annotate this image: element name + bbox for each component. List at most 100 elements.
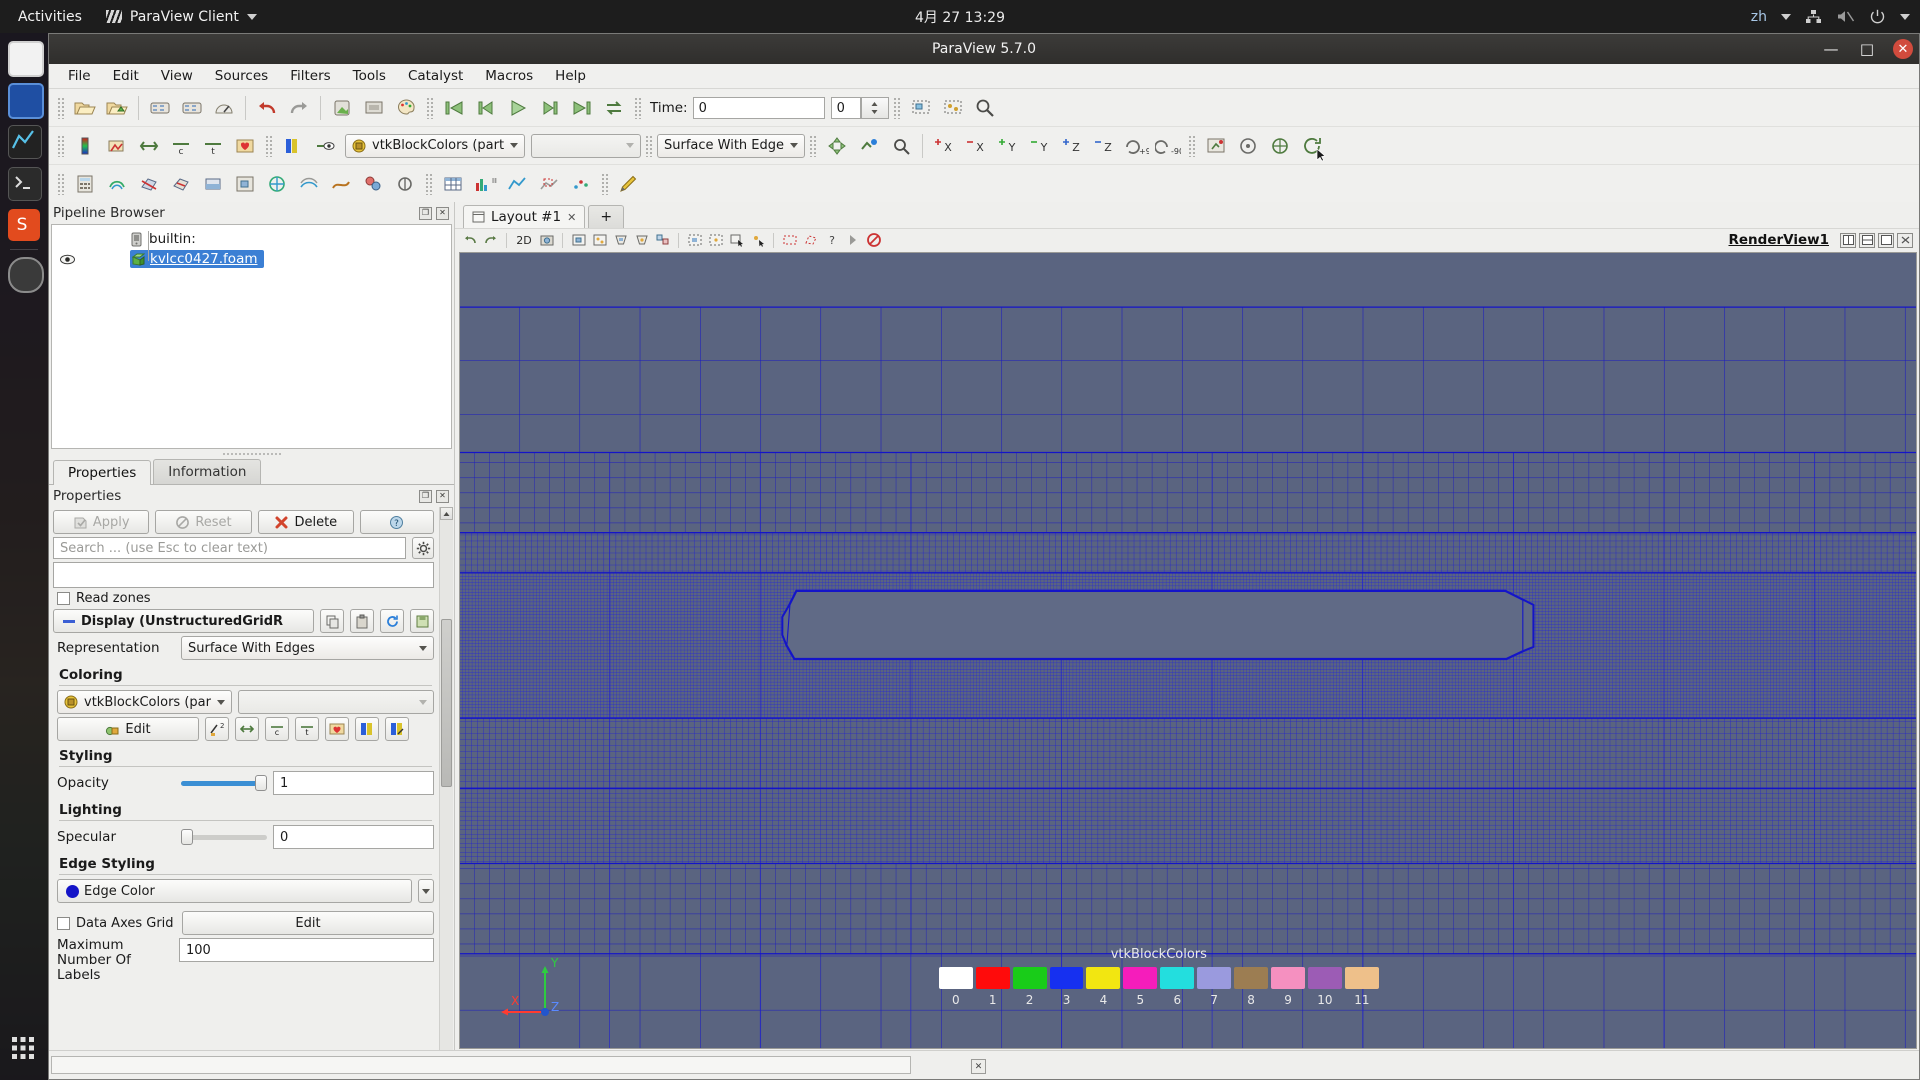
representation-select[interactable]: Surface With Edges — [181, 636, 434, 660]
select-points-on-button[interactable] — [590, 231, 609, 250]
play-button[interactable] — [503, 93, 533, 123]
reset-button[interactable]: Reset — [155, 510, 252, 534]
point-chart-button[interactable] — [566, 169, 596, 199]
opacity-knob[interactable] — [255, 775, 267, 791]
choose-preset-button-prop[interactable] — [325, 717, 349, 741]
clear-selection-button[interactable] — [864, 231, 883, 250]
rotate-plus-90-button[interactable]: +90 — [1121, 131, 1151, 161]
menu-catalyst[interactable]: Catalyst — [397, 65, 474, 87]
menu-view[interactable]: View — [150, 65, 204, 87]
save-state-button[interactable] — [102, 93, 132, 123]
layout-tab-1[interactable]: Layout #1 ✕ — [463, 205, 586, 228]
interactive-select-cells-button[interactable] — [685, 231, 704, 250]
loop-button[interactable] — [599, 93, 629, 123]
toggle-2d-3d-button[interactable]: 2D — [513, 231, 535, 250]
display-section-header[interactable]: Display (UnstructuredGridR — [53, 609, 314, 633]
disconnect-button[interactable] — [177, 93, 207, 123]
color-array-combo[interactable]: vtkBlockColors (partial) — [345, 133, 525, 158]
close-button[interactable]: ✕ — [1893, 39, 1913, 59]
rep-toolbar-grip[interactable] — [57, 134, 65, 157]
python-shell-button[interactable] — [391, 93, 421, 123]
plot-over-line-button[interactable] — [502, 169, 532, 199]
close-view-button[interactable] — [1897, 232, 1913, 248]
slice-button[interactable] — [166, 169, 196, 199]
coloring-array-select[interactable]: vtkBlockColors (partial) — [57, 690, 232, 714]
data-axes-edit-button[interactable]: Edit — [182, 911, 434, 935]
screenshot-button[interactable] — [359, 93, 389, 123]
view-redo-camera-button[interactable] — [481, 231, 500, 250]
menu-sources[interactable]: Sources — [204, 65, 279, 87]
render-view-container[interactable]: Y X Z vtkBlockColors 0 1 2 3 4 5 6 7 8 9 10 11 — [459, 252, 1917, 1049]
specular-slider[interactable] — [181, 828, 267, 846]
time-index-input[interactable]: 0 — [830, 96, 861, 119]
time-input[interactable]: 0 — [692, 96, 825, 119]
paste-display-button[interactable] — [350, 609, 374, 633]
color-legend[interactable]: vtkBlockColors 0 1 2 3 4 5 6 7 8 9 10 11 — [938, 947, 1379, 1009]
selection-toolbar-grip[interactable] — [892, 96, 901, 119]
interactive-select-points-button[interactable] — [706, 231, 725, 250]
save-display-button[interactable] — [410, 609, 434, 633]
activities-button[interactable]: Activities — [0, 9, 96, 25]
select-custom-box-button[interactable] — [780, 231, 799, 250]
clock[interactable]: 4月 27 13:29 — [0, 7, 1920, 27]
pos-x-button[interactable]: X — [929, 131, 959, 161]
select-next-button[interactable] — [843, 231, 862, 250]
select-points-button[interactable] — [938, 93, 968, 123]
neg-z-button[interactable]: Z — [1089, 131, 1119, 161]
previous-frame-button[interactable] — [471, 93, 501, 123]
toggle-color-legend-button[interactable] — [310, 131, 340, 161]
time-toolbar-grip[interactable] — [634, 96, 642, 119]
frustum-select-cells-button[interactable] — [611, 231, 630, 250]
edge-color-button[interactable]: Edge Color — [57, 879, 412, 903]
glyph-button[interactable] — [262, 169, 292, 199]
pipeline-source-selected[interactable]: kvlcc0427.foam — [130, 250, 264, 268]
opacity-value-input[interactable]: 1 — [273, 771, 434, 795]
contour-button[interactable] — [102, 169, 132, 199]
orientation-axes[interactable]: Y X Z — [499, 954, 569, 1024]
app-menu[interactable]: ParaView Client — [96, 9, 267, 25]
hover-points-button[interactable] — [748, 231, 767, 250]
dock-item-software[interactable]: S — [8, 209, 40, 241]
copy-display-button[interactable] — [320, 609, 344, 633]
group-datasets-button[interactable] — [358, 169, 388, 199]
maximize-button[interactable]: □ — [1857, 39, 1877, 59]
view-undo-camera-button[interactable] — [460, 231, 479, 250]
layout-tab-close-icon[interactable]: ✕ — [567, 211, 576, 224]
input-language-label[interactable]: zh — [1751, 9, 1767, 25]
rescale-temporal-button[interactable]: t — [198, 131, 228, 161]
properties-search-input[interactable]: Search ... (use Esc to clear text) — [53, 537, 406, 559]
panel-splitter-grip[interactable] — [221, 451, 282, 456]
properties-scrollbar[interactable] — [439, 507, 453, 1079]
system-status-area[interactable]: zh — [1751, 8, 1910, 25]
clip-button[interactable] — [134, 169, 164, 199]
menu-file[interactable]: File — [57, 65, 102, 87]
max-labels-input[interactable]: 100 — [179, 938, 434, 962]
reload-display-button[interactable] — [380, 609, 404, 633]
pos-y-button[interactable]: Y — [993, 131, 1023, 161]
properties-close-button[interactable]: ✕ — [436, 489, 449, 503]
annotation-grip[interactable] — [601, 172, 609, 195]
select-blocks-button[interactable] — [653, 231, 672, 250]
frustum-select-points-button[interactable] — [632, 231, 651, 250]
show-center-button[interactable] — [1201, 131, 1231, 161]
dock-item-files[interactable] — [8, 41, 44, 77]
help-button[interactable]: ? — [359, 510, 434, 534]
dock-item-terminal[interactable] — [8, 167, 42, 201]
menu-filters[interactable]: Filters — [279, 65, 341, 87]
select-cells-on-button[interactable] — [569, 231, 588, 250]
rescale-range-button[interactable]: 2 — [205, 717, 229, 741]
edit-color-map-button[interactable] — [102, 131, 132, 161]
minimize-button[interactable]: — — [1821, 39, 1841, 59]
tab-properties[interactable]: Properties — [53, 460, 152, 485]
menu-edit[interactable]: Edit — [102, 65, 150, 87]
rotate-minus-90-button[interactable]: -90 — [1153, 131, 1183, 161]
dock-item-chart-app[interactable] — [8, 125, 42, 159]
neg-y-button[interactable]: Y — [1025, 131, 1055, 161]
render-view[interactable]: Y X Z vtkBlockColors 0 1 2 3 4 5 6 7 8 9 10 11 — [459, 252, 1917, 1049]
pick-center-button[interactable] — [1265, 131, 1295, 161]
split-horizontal-button[interactable] — [1840, 232, 1856, 248]
plot-selection-button[interactable] — [534, 169, 564, 199]
first-frame-button[interactable] — [439, 93, 469, 123]
edit-color-map-button-prop[interactable]: Edit — [57, 717, 199, 741]
hover-cells-button[interactable] — [727, 231, 746, 250]
